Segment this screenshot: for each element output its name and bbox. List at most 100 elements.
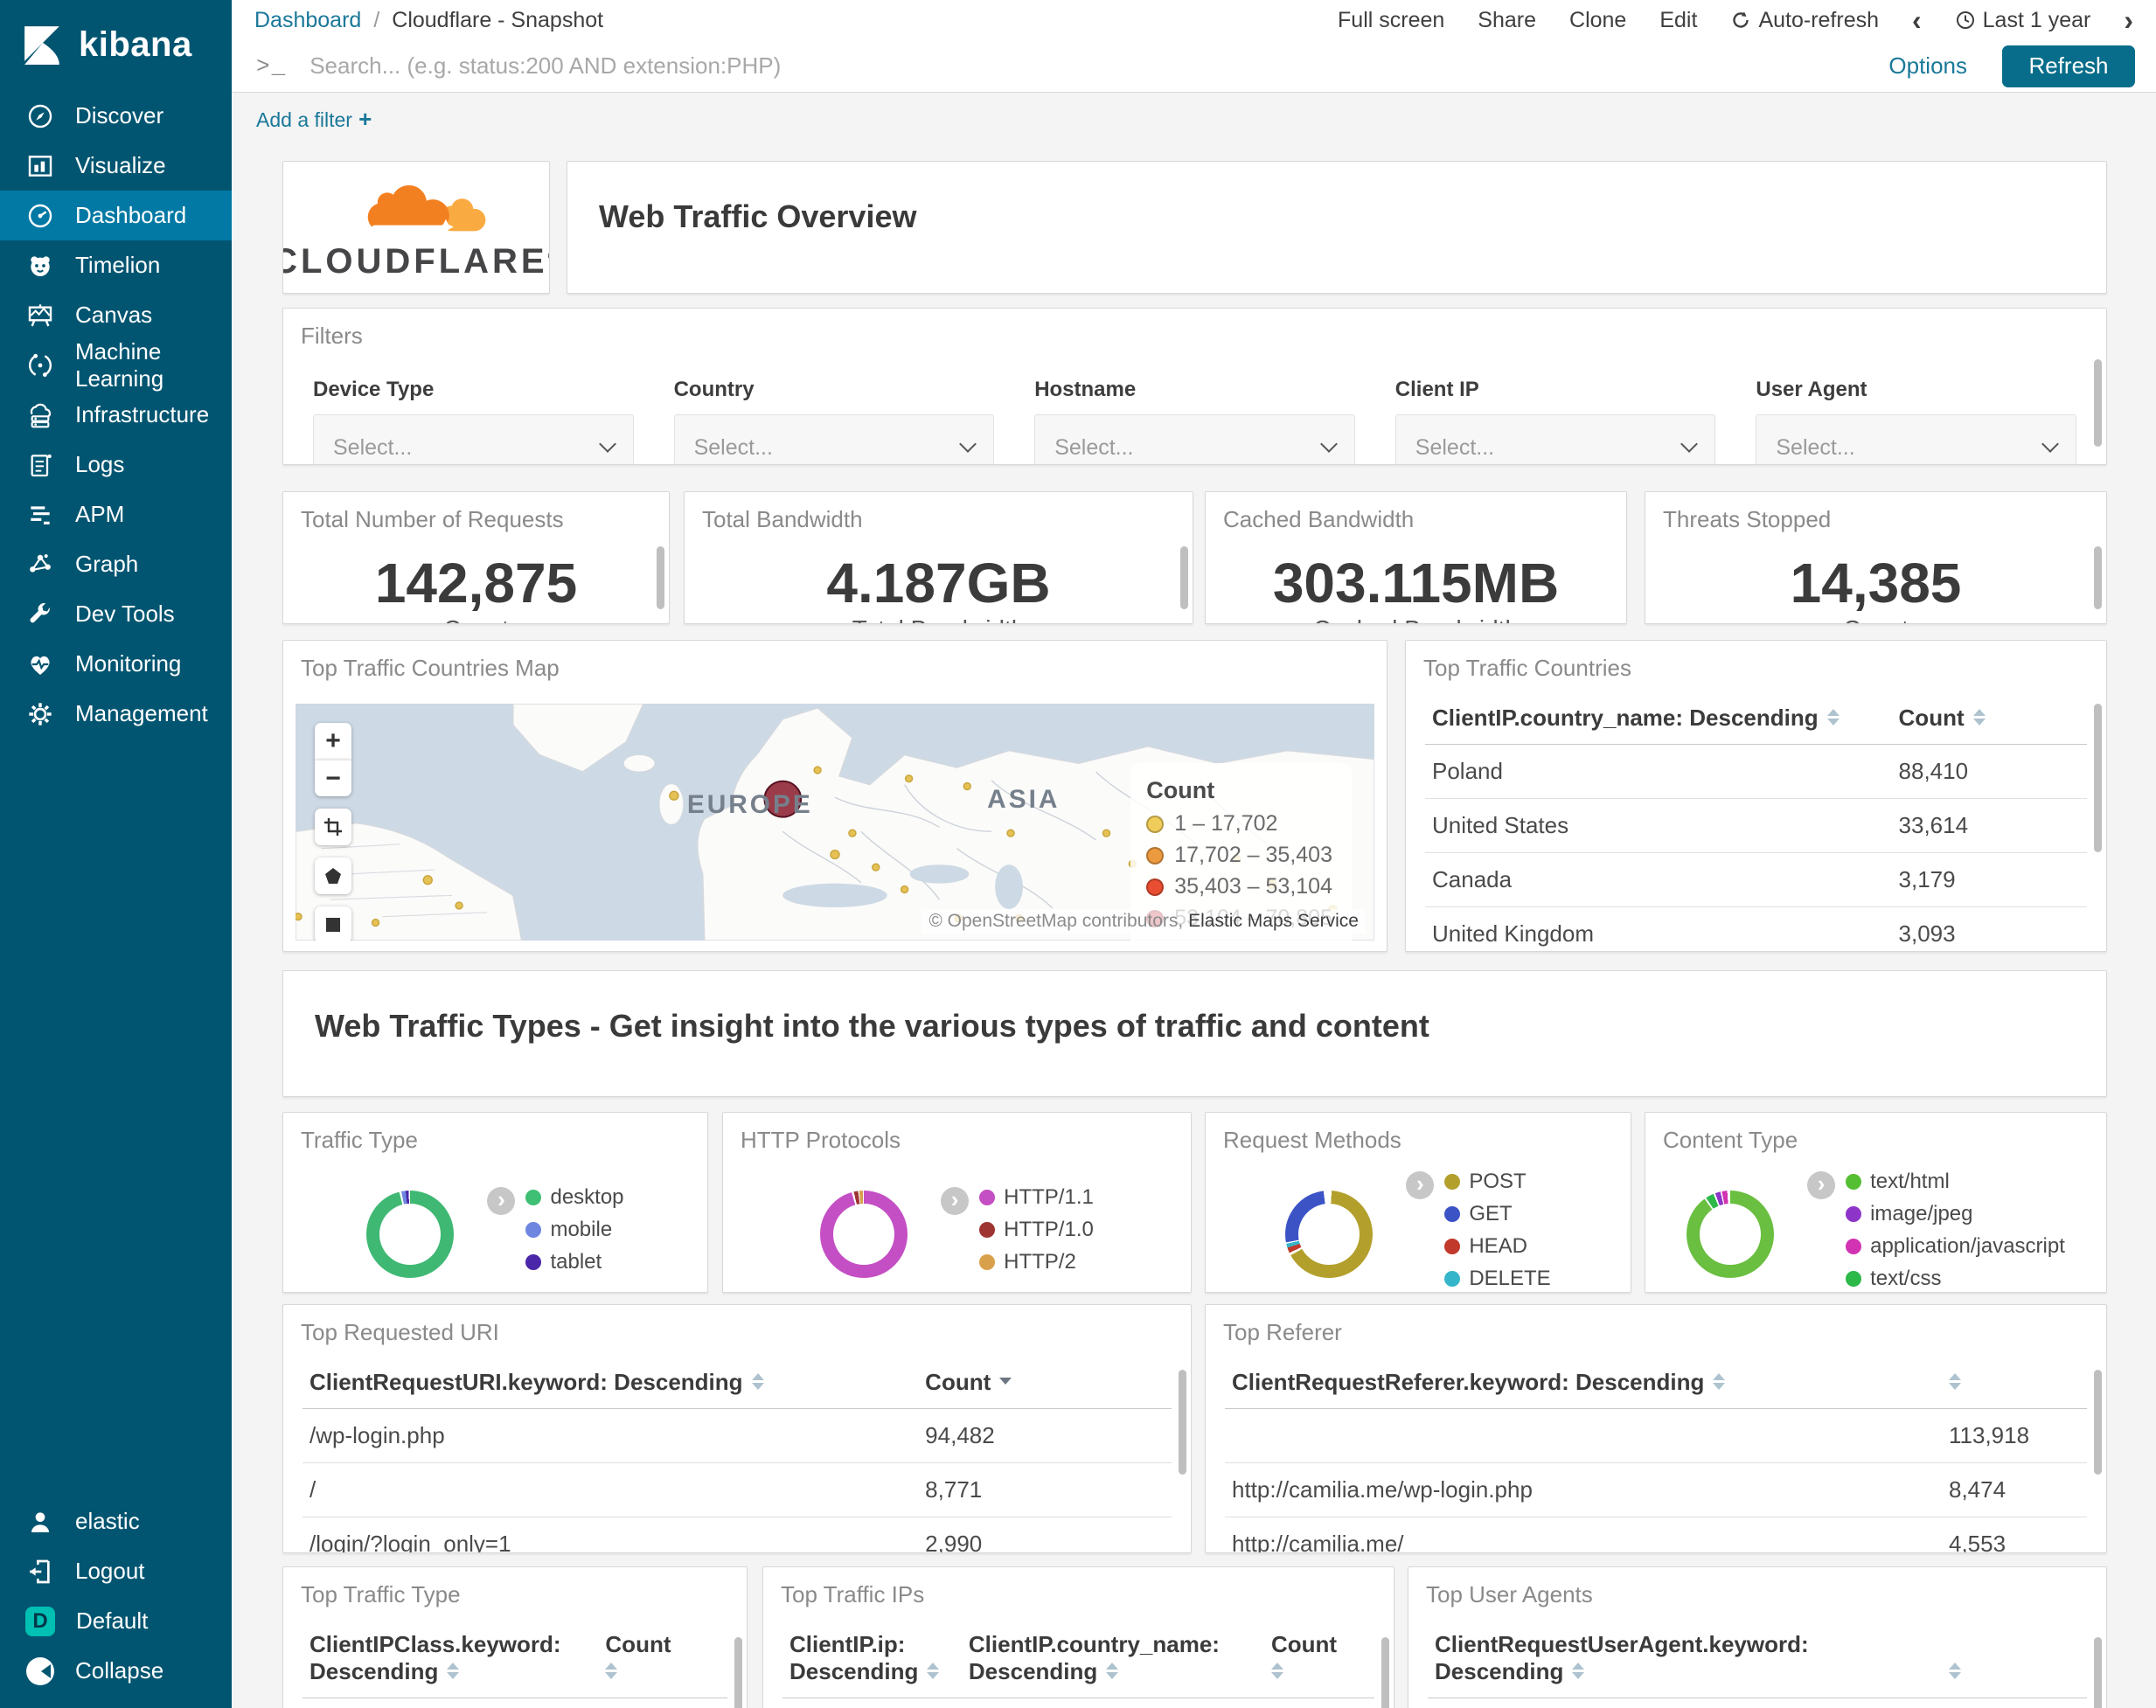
sidebar-item-space-default[interactable]: D Default [0,1596,232,1646]
country-select[interactable]: Select... [673,414,995,464]
share-button[interactable]: Share [1478,8,1536,33]
table-row[interactable]: 113,918 [1225,1409,2087,1463]
column-header-country[interactable]: ClientIP.country_name: Descending [969,1631,1271,1685]
legend-expand-icon[interactable] [941,1187,970,1215]
refresh-button[interactable]: Refresh [2002,45,2135,87]
request-methods-donut-chart[interactable] [1285,1191,1374,1278]
panel-scrollbar[interactable] [2094,1370,2102,1475]
client-ip-select[interactable]: Select... [1394,414,1716,464]
legend-item[interactable]: HTTP/2 [979,1250,1094,1274]
sidebar-item-user[interactable]: elastic [0,1496,232,1546]
legend-item[interactable]: image/jpeg [1846,1202,2065,1226]
table-row[interactable]: Mozilla/5.0 (Windows NT 6.1; WOW64; rv:1… [1428,1698,2087,1708]
panel-scrollbar[interactable] [657,546,664,609]
legend-item[interactable]: application/javascript [1846,1234,2065,1259]
column-header-country[interactable]: ClientIP.country_name: Descending [1432,705,1899,732]
column-header-count[interactable] [1949,1369,2080,1396]
map-rectangle-tool-button[interactable] [315,906,351,941]
table-row[interactable]: Poland 88,410 [1425,745,2087,799]
column-header-count[interactable] [1949,1658,2080,1685]
full-screen-button[interactable]: Full screen [1338,8,1444,33]
legend-item[interactable]: DELETE [1444,1267,1551,1291]
sidebar-item-dev-tools[interactable]: Dev Tools [0,589,232,639]
legend-item[interactable]: text/css [1846,1267,2065,1291]
panel-scrollbar[interactable] [734,1637,742,1708]
panel-scrollbar[interactable] [1179,1370,1186,1475]
legend-expand-icon[interactable] [1807,1171,1836,1199]
panel-scrollbar[interactable] [2094,1637,2102,1708]
sidebar-item-infrastructure[interactable]: Infrastructure [0,390,232,440]
user-agent-select[interactable]: Select... [1756,414,2076,464]
legend-expand-icon[interactable] [1406,1171,1435,1199]
legend-item[interactable]: HEAD [1444,1234,1550,1259]
column-header-ip[interactable]: ClientIP.ip: Descending [789,1631,969,1685]
table-row[interactable]: http://camilia.me/wp-login.php 8,474 [1225,1463,2087,1517]
map-zoom-out-button[interactable]: − [315,760,351,796]
hostname-select[interactable]: Select... [1034,414,1355,464]
column-header-count[interactable]: Count [605,1631,720,1685]
column-header-uri[interactable]: ClientRequestURI.keyword: Descending [309,1369,925,1396]
auto-refresh-button[interactable]: Auto-refresh [1730,8,1879,33]
time-forward-chevron[interactable]: › [2124,6,2133,34]
time-range-picker[interactable]: Last 1 year [1955,8,2090,33]
map-polygon-tool-button[interactable] [315,857,351,894]
sidebar-item-logout[interactable]: Logout [0,1546,232,1596]
traffic-type-donut-chart[interactable] [366,1190,455,1278]
sidebar-item-dashboard[interactable]: Dashboard [0,191,232,240]
table-row[interactable]: noRecord117,802 [303,1698,727,1708]
column-header-count[interactable]: Count [1271,1631,1367,1685]
panel-scrollbar[interactable] [1381,1637,1389,1708]
panel-scrollbar[interactable] [2094,704,2102,852]
content-type-donut-chart[interactable] [1687,1191,1775,1278]
sidebar-item-management[interactable]: Management [0,689,232,739]
legend-item[interactable]: mobile [525,1218,623,1242]
options-link[interactable]: Options [1888,52,1967,80]
legend-item[interactable]: desktop [525,1185,624,1210]
column-header-count[interactable]: Count [925,1369,1165,1396]
http-protocols-donut-chart[interactable] [820,1190,908,1278]
sidebar-item-monitoring[interactable]: Monitoring [0,639,232,689]
sidebar-item-graph[interactable]: Graph [0,539,232,589]
panel-scrollbar[interactable] [2094,546,2102,609]
panel-scrollbar[interactable] [2094,359,2102,447]
table-row[interactable]: United States 33,614 [1425,799,2087,853]
legend-item[interactable]: GET [1444,1202,1550,1226]
legend-expand-icon[interactable] [487,1187,516,1215]
edit-button[interactable]: Edit [1659,8,1697,33]
table-row[interactable]: /wp-login.php 94,482 [303,1409,1172,1463]
clone-button[interactable]: Clone [1569,8,1626,33]
sidebar-item-logs[interactable]: Logs [0,440,232,489]
world-map[interactable]: EUROPE ASIA + − Count 1 – 17,702 17,702 … [296,704,1374,941]
sidebar-item-visualize[interactable]: Visualize [0,141,232,191]
legend-item[interactable]: text/html [1846,1170,2065,1194]
sidebar-item-apm[interactable]: APM [0,489,232,539]
sidebar-item-discover[interactable]: Discover [0,91,232,141]
table-row[interactable]: Canada 3,179 [1425,853,2087,907]
sidebar-item-timelion[interactable]: Timelion [0,240,232,290]
column-header-user-agent[interactable]: ClientRequestUserAgent.keyword: Descendi… [1435,1631,1949,1685]
legend-item[interactable]: HTTP/1.1 [979,1185,1094,1210]
column-header-referer[interactable]: ClientRequestReferer.keyword: Descending [1232,1369,1949,1396]
sidebar-item-collapse[interactable]: Collapse [0,1646,232,1696]
panel-scrollbar[interactable] [1180,546,1188,609]
table-row[interactable]: http://camilia.me/4,553 [1225,1517,2087,1552]
column-header-ip-class[interactable]: ClientIPClass.keyword: Descending [309,1631,605,1685]
column-header-count[interactable]: Count [1899,705,2080,732]
search-input[interactable] [309,52,1872,80]
table-row[interactable]: /8,771 [303,1463,1172,1517]
table-row[interactable]: 185.234.218.33 Poland 48,474 [782,1698,1374,1708]
table-row[interactable]: /login/?login_only=1 2,990 [303,1517,1172,1552]
legend-item[interactable]: POST [1444,1170,1550,1194]
table-row[interactable]: United Kingdom 3,093 [1425,907,2087,951]
sidebar-item-machine-learning[interactable]: Machine Learning [0,338,232,392]
legend-item[interactable]: HTTP/1.0 [979,1218,1094,1242]
map-zoom-in-button[interactable]: + [315,723,351,760]
map-fit-bounds-button[interactable] [315,809,351,845]
sidebar-item-canvas[interactable]: Canvas [0,290,232,340]
breadcrumb-dashboard-link[interactable]: Dashboard [254,8,361,33]
device-type-select[interactable]: Select... [313,414,634,464]
kibana-logo[interactable]: kibana [0,0,232,91]
add-filter-link[interactable]: Add a filter [256,106,372,133]
time-back-chevron[interactable]: ‹ [1912,6,1922,34]
legend-item[interactable]: tablet [525,1250,623,1274]
